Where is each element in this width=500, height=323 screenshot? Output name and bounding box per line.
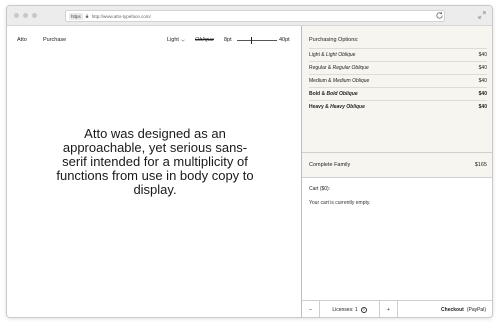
close-window-dot[interactable] <box>14 13 19 18</box>
complete-family-price: $165 <box>474 162 487 168</box>
specimen-pane: Atto Purchase Light Oblique 8pt 40pt Att… <box>7 26 301 317</box>
complete-family-label: Complete Family <box>309 162 351 168</box>
size-min-label: 8pt <box>224 37 232 43</box>
oblique-toggle[interactable]: Oblique <box>195 37 214 43</box>
url-text: http://www.atto-typeface.com/ <box>91 13 151 19</box>
checkout-bar: – Licenses: 1 ? + Checkout (PayPal) <box>302 300 492 317</box>
purchase-option-price: $40 <box>478 52 487 58</box>
nav-purchase[interactable]: Purchase <box>43 37 66 43</box>
cart-empty-message: Your cart is currently empty. <box>309 200 371 206</box>
lock-icon <box>85 14 88 18</box>
purchase-option-label: Medium & Medium Oblique <box>309 78 370 84</box>
protocol-badge: https <box>69 12 83 20</box>
purchase-option-label: Heavy & Heavy Oblique <box>309 104 365 110</box>
fullscreen-icon[interactable] <box>478 11 486 19</box>
purchase-option-price: $40 <box>478 91 487 97</box>
purchase-option-row[interactable]: Heavy & Heavy Oblique $40 <box>309 100 487 113</box>
specimen-text: Atto was designed as an approachable, ye… <box>56 126 254 197</box>
size-max-label: 40pt <box>279 37 290 43</box>
window-controls <box>14 13 37 18</box>
increase-licenses-button[interactable]: + <box>380 301 398 317</box>
decrease-licenses-button[interactable]: – <box>302 301 320 317</box>
help-icon[interactable]: ? <box>360 307 367 313</box>
zoom-window-dot[interactable] <box>32 13 37 18</box>
purchase-option-row[interactable]: Regular & Regular Oblique $40 <box>309 61 487 74</box>
licenses-label: Licenses: 1 <box>332 307 358 313</box>
purchase-option-label: Bold & Bold Oblique <box>309 91 358 97</box>
complete-family-row[interactable]: Complete Family $165 <box>302 153 492 178</box>
purchasing-options-title: Purchasing Options: <box>309 37 359 43</box>
purchasing-options: Purchasing Options: Light & Light Obliqu… <box>302 26 492 153</box>
purchase-panel: Purchasing Options: Light & Light Obliqu… <box>301 26 492 317</box>
size-slider[interactable] <box>237 37 277 44</box>
chevron-down-icon <box>181 39 185 42</box>
purchase-option-price: $40 <box>478 104 487 110</box>
cart-title: Cart ($0): <box>309 186 331 192</box>
weight-select-label: Light <box>167 37 179 43</box>
slider-thumb[interactable] <box>251 37 252 44</box>
reload-icon[interactable] <box>435 11 444 20</box>
address-bar[interactable]: https http://www.atto-typeface.com/ <box>65 10 445 22</box>
licenses-control: Licenses: 1 ? <box>320 301 380 317</box>
purchase-option-row[interactable]: Light & Light Oblique $40 <box>309 48 487 61</box>
browser-chrome: https http://www.atto-typeface.com/ <box>7 6 492 26</box>
checkout-button[interactable]: Checkout (PayPal) <box>398 301 492 317</box>
slider-track <box>237 40 277 41</box>
purchase-option-price: $40 <box>478 78 487 84</box>
cart: Cart ($0): Your cart is currently empty. <box>302 178 492 300</box>
purchase-option-row[interactable]: Medium & Medium Oblique $40 <box>309 74 487 87</box>
purchase-option-price: $40 <box>478 65 487 71</box>
purchase-option-label: Regular & Regular Oblique <box>309 65 369 71</box>
nav-brand[interactable]: Atto <box>17 37 27 43</box>
browser-window: https http://www.atto-typeface.com/ Atto… <box>6 5 493 318</box>
weight-select[interactable]: Light <box>167 37 185 43</box>
checkout-label: Checkout <box>441 307 464 313</box>
minimize-window-dot[interactable] <box>23 13 28 18</box>
paypal-label: (PayPal) <box>466 307 486 313</box>
purchase-option-label: Light & Light Oblique <box>309 52 356 58</box>
purchase-option-row[interactable]: Bold & Bold Oblique $40 <box>309 87 487 100</box>
